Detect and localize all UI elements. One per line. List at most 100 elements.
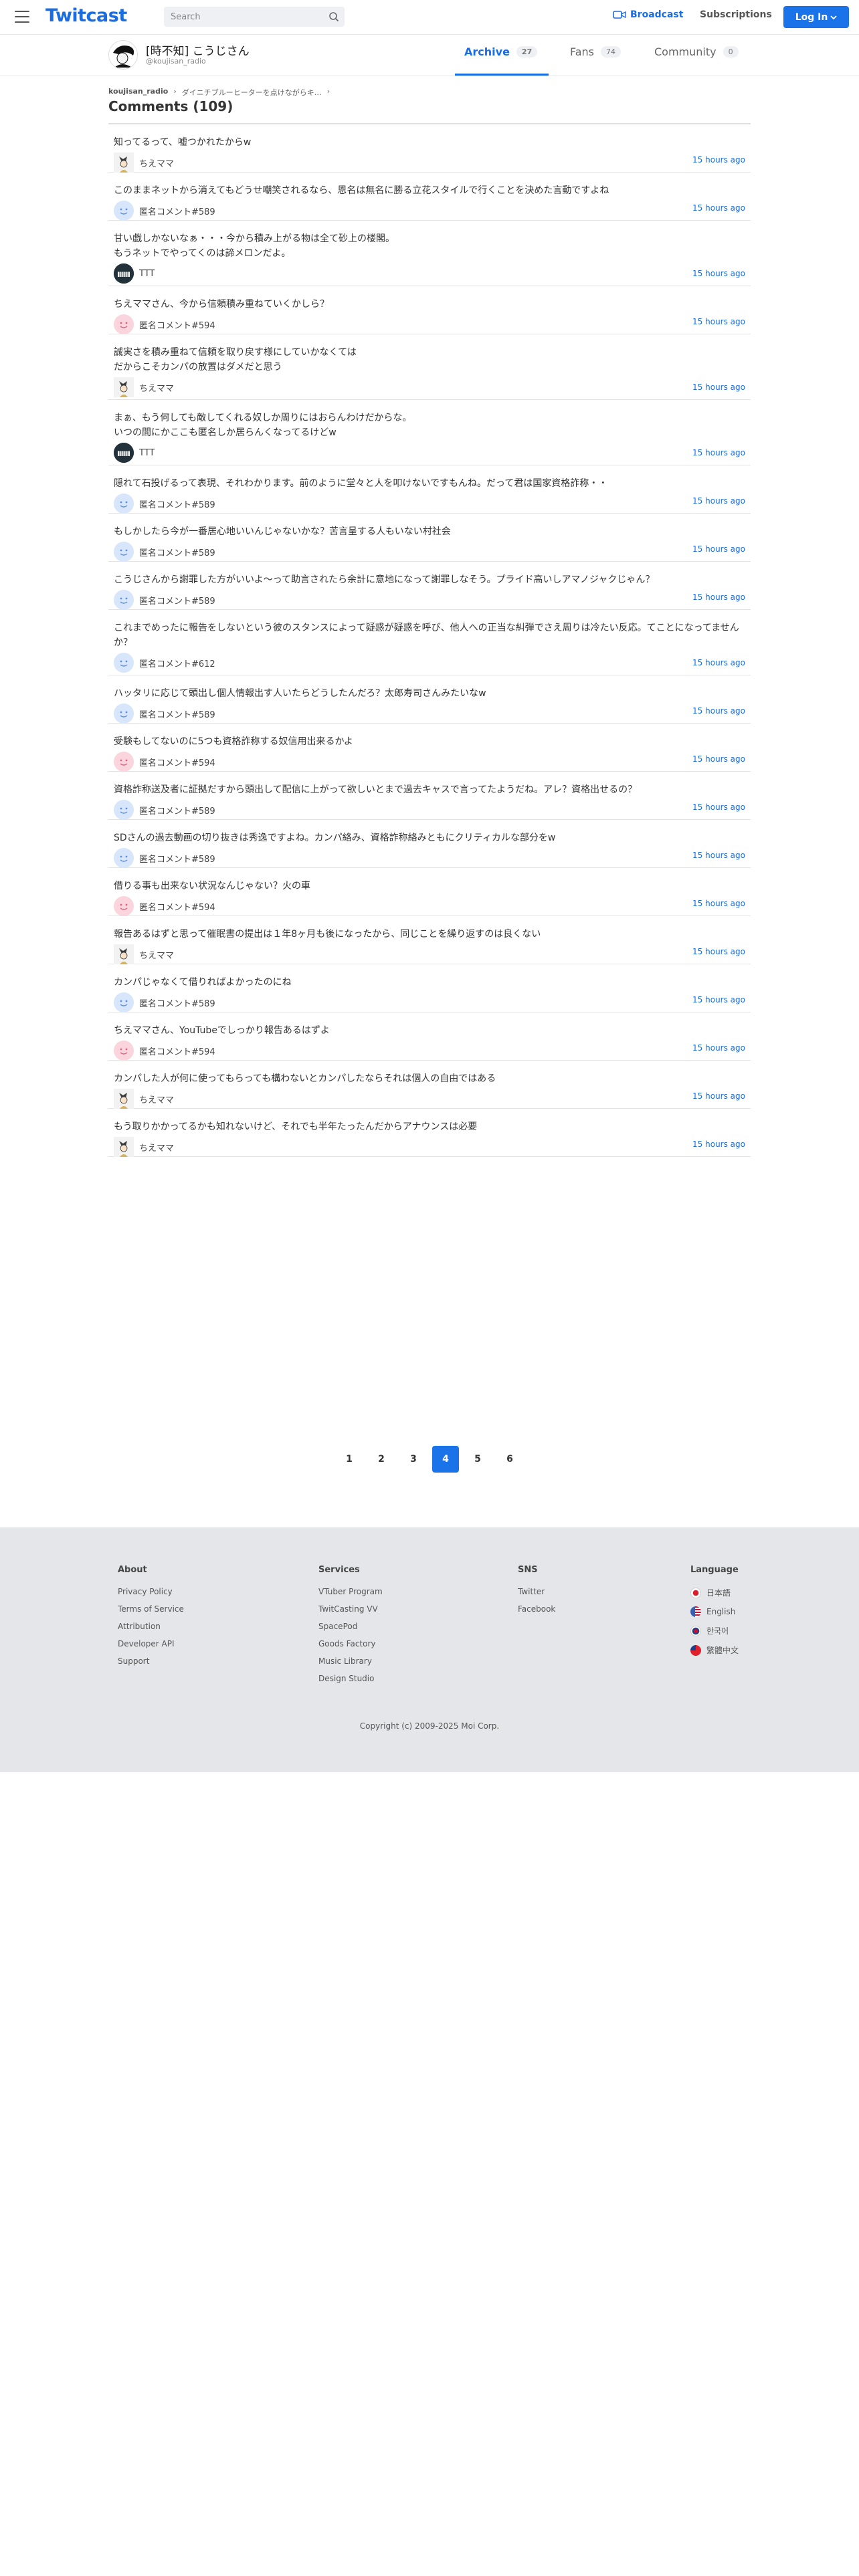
page-button[interactable]: 4: [432, 1446, 459, 1473]
breadcrumb-movie[interactable]: ダイニチブルーヒーターを点けながらキ…: [182, 87, 322, 98]
avatar[interactable]: [108, 40, 138, 70]
avatar[interactable]: [114, 800, 134, 820]
comment-user[interactable]: 匿名コメント#589: [114, 992, 215, 1012]
comment-user[interactable]: ちえママ: [114, 1137, 174, 1157]
search-input[interactable]: [164, 7, 318, 27]
page-button[interactable]: 2: [368, 1446, 395, 1473]
breadcrumb-user[interactable]: koujisan_radio: [108, 87, 168, 98]
comment-username[interactable]: 匿名コメント#589: [139, 498, 215, 510]
comment-timestamp[interactable]: 15 hours ago: [692, 754, 745, 764]
avatar[interactable]: [114, 542, 134, 562]
comment-user[interactable]: ちえママ: [114, 152, 174, 173]
comment-timestamp[interactable]: 15 hours ago: [692, 203, 745, 213]
comment-user[interactable]: ちえママ: [114, 377, 174, 397]
comment-username[interactable]: 匿名コメント#594: [139, 318, 215, 331]
comment-username[interactable]: 匿名コメント#589: [139, 205, 215, 217]
comment-user[interactable]: 匿名コメント#594: [114, 314, 215, 334]
comment-timestamp[interactable]: 15 hours ago: [692, 947, 745, 956]
comment-timestamp[interactable]: 15 hours ago: [692, 269, 745, 278]
avatar[interactable]: [114, 443, 134, 463]
comment-user[interactable]: ちえママ: [114, 944, 174, 964]
footer-link[interactable]: Support: [118, 1656, 184, 1666]
footer-link[interactable]: Terms of Service: [118, 1604, 184, 1614]
footer-link[interactable]: Attribution: [118, 1622, 184, 1631]
comment-username[interactable]: 匿名コメント#612: [139, 657, 215, 669]
page-button[interactable]: 3: [400, 1446, 427, 1473]
comment-user[interactable]: 匿名コメント#589: [114, 590, 215, 610]
comment-username[interactable]: 匿名コメント#594: [139, 756, 215, 768]
comment-user[interactable]: ちえママ: [114, 1089, 174, 1109]
comment-timestamp[interactable]: 15 hours ago: [692, 317, 745, 326]
footer-link[interactable]: Music Library: [318, 1656, 383, 1666]
comment-timestamp[interactable]: 15 hours ago: [692, 802, 745, 812]
comment-timestamp[interactable]: 15 hours ago: [692, 448, 745, 457]
login-button[interactable]: Log In: [783, 6, 849, 28]
avatar[interactable]: [114, 152, 134, 173]
comment-timestamp[interactable]: 15 hours ago: [692, 1091, 745, 1101]
avatar[interactable]: [114, 752, 134, 772]
facebook-link[interactable]: Facebook: [518, 1604, 555, 1614]
comment-timestamp[interactable]: 15 hours ago: [692, 658, 745, 667]
page-button[interactable]: 5: [464, 1446, 491, 1473]
comment-user[interactable]: 匿名コメント#594: [114, 896, 215, 916]
comment-timestamp[interactable]: 15 hours ago: [692, 995, 745, 1004]
avatar[interactable]: [114, 263, 134, 284]
comment-user[interactable]: 匿名コメント#612: [114, 653, 215, 673]
comment-username[interactable]: 匿名コメント#594: [139, 900, 215, 913]
comment-username[interactable]: ちえママ: [139, 1093, 174, 1105]
page-button[interactable]: 1: [336, 1446, 363, 1473]
comment-timestamp[interactable]: 15 hours ago: [692, 593, 745, 602]
page-button[interactable]: 6: [496, 1446, 523, 1473]
comment-timestamp[interactable]: 15 hours ago: [692, 899, 745, 908]
twitcast-logo[interactable]: Twitcast: [45, 5, 127, 26]
comment-username[interactable]: 匿名コメント#589: [139, 996, 215, 1009]
tab-community[interactable]: Community 0: [654, 45, 739, 58]
avatar[interactable]: [114, 896, 134, 916]
avatar[interactable]: [114, 201, 134, 221]
language-option-ko[interactable]: 한국어: [690, 1625, 739, 1636]
twitter-link[interactable]: Twitter: [518, 1587, 555, 1596]
subscriptions-link[interactable]: Subscriptions: [700, 9, 772, 20]
avatar[interactable]: [114, 590, 134, 610]
comment-username[interactable]: 匿名コメント#589: [139, 852, 215, 865]
avatar[interactable]: [114, 704, 134, 724]
comment-username[interactable]: 匿名コメント#589: [139, 708, 215, 720]
footer-link[interactable]: VTuber Program: [318, 1587, 383, 1596]
avatar[interactable]: [114, 992, 134, 1012]
comment-user[interactable]: 匿名コメント#589: [114, 704, 215, 724]
comment-timestamp[interactable]: 15 hours ago: [692, 383, 745, 392]
comment-username[interactable]: TTT: [139, 269, 155, 279]
comment-user[interactable]: 匿名コメント#594: [114, 1041, 215, 1061]
footer-link[interactable]: Privacy Policy: [118, 1587, 184, 1596]
comment-user[interactable]: 匿名コメント#594: [114, 752, 215, 772]
avatar[interactable]: [114, 314, 134, 334]
comment-username[interactable]: ちえママ: [139, 948, 174, 961]
footer-link[interactable]: Goods Factory: [318, 1639, 383, 1648]
comment-username[interactable]: 匿名コメント#589: [139, 546, 215, 558]
avatar[interactable]: [114, 1089, 134, 1109]
comment-user[interactable]: 匿名コメント#589: [114, 201, 215, 221]
tab-archive[interactable]: Archive 27: [464, 45, 538, 58]
search-icon[interactable]: [328, 11, 339, 22]
footer-link[interactable]: SpacePod: [318, 1622, 383, 1631]
comment-timestamp[interactable]: 15 hours ago: [692, 1043, 745, 1053]
comment-username[interactable]: ちえママ: [139, 381, 174, 394]
comment-timestamp[interactable]: 15 hours ago: [692, 155, 745, 165]
comment-username[interactable]: 匿名コメント#594: [139, 1045, 215, 1057]
comment-user[interactable]: 匿名コメント#589: [114, 848, 215, 868]
avatar[interactable]: [114, 1041, 134, 1061]
avatar[interactable]: [114, 848, 134, 868]
footer-link[interactable]: TwitCasting VV: [318, 1604, 383, 1614]
comment-timestamp[interactable]: 15 hours ago: [692, 1140, 745, 1149]
footer-link[interactable]: Design Studio: [318, 1674, 383, 1683]
comment-user[interactable]: 匿名コメント#589: [114, 800, 215, 820]
comment-timestamp[interactable]: 15 hours ago: [692, 706, 745, 716]
language-option-ja[interactable]: 日本語: [690, 1587, 739, 1598]
comment-user[interactable]: TTT: [114, 263, 155, 284]
comment-username[interactable]: TTT: [139, 448, 155, 458]
avatar[interactable]: [114, 377, 134, 397]
avatar[interactable]: [114, 494, 134, 514]
language-option-zh[interactable]: 繁體中文: [690, 1644, 739, 1656]
comment-user[interactable]: 匿名コメント#589: [114, 494, 215, 514]
comment-user[interactable]: TTT: [114, 443, 155, 463]
